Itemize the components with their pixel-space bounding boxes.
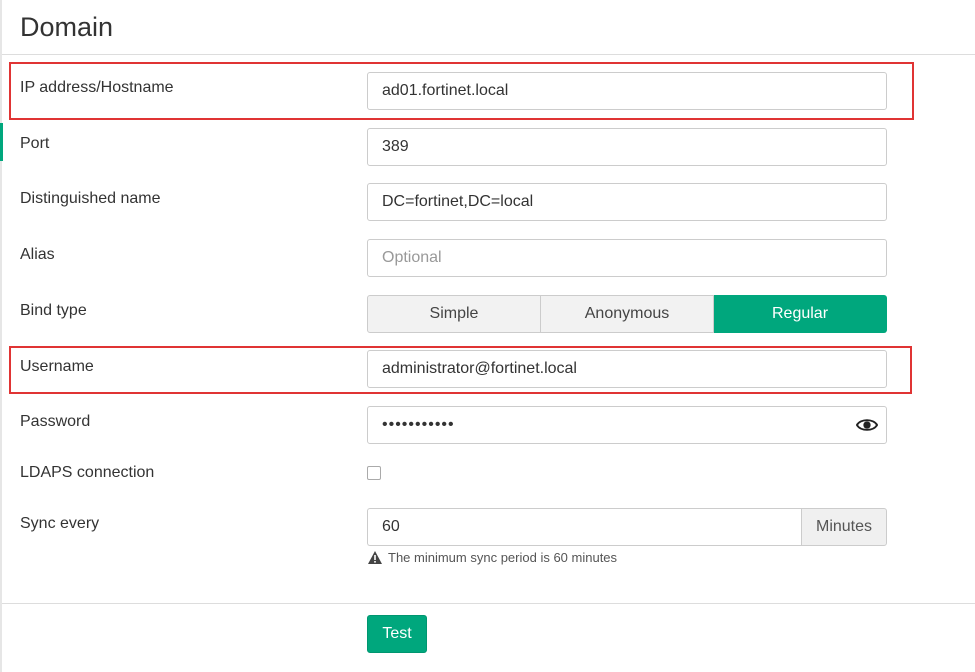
password-input[interactable]: ••••••••••• bbox=[367, 406, 887, 444]
username-label: Username bbox=[20, 358, 94, 375]
sync-hint-text: The minimum sync period is 60 minutes bbox=[388, 550, 618, 565]
bind-type-regular[interactable]: Regular bbox=[714, 295, 887, 333]
eye-icon[interactable] bbox=[856, 416, 878, 434]
test-button[interactable]: Test bbox=[367, 615, 427, 653]
ldaps-checkbox[interactable] bbox=[367, 466, 381, 480]
port-label: Port bbox=[20, 135, 50, 152]
footer-divider bbox=[2, 603, 975, 604]
warning-icon bbox=[368, 551, 382, 564]
active-section-indicator bbox=[0, 123, 3, 161]
panel-left-border bbox=[0, 0, 2, 672]
page-title: Domain bbox=[20, 12, 114, 42]
ip-hostname-input[interactable] bbox=[367, 72, 887, 110]
header-divider bbox=[2, 54, 975, 55]
password-masked-value: ••••••••••• bbox=[382, 416, 455, 433]
ip-hostname-label: IP address/Hostname bbox=[20, 79, 174, 96]
sync-label: Sync every bbox=[20, 515, 100, 532]
alias-input[interactable] bbox=[367, 239, 887, 277]
bind-type-anonymous[interactable]: Anonymous bbox=[541, 295, 714, 333]
sync-interval-input[interactable] bbox=[367, 508, 802, 546]
alias-label: Alias bbox=[20, 246, 55, 263]
bind-type-selector: Simple Anonymous Regular bbox=[367, 295, 887, 333]
bind-type-label: Bind type bbox=[20, 302, 87, 319]
sync-unit-addon: Minutes bbox=[801, 508, 887, 546]
sync-hint: The minimum sync period is 60 minutes bbox=[368, 550, 617, 565]
distinguished-name-label: Distinguished name bbox=[20, 190, 161, 207]
username-input[interactable] bbox=[367, 350, 887, 388]
distinguished-name-input[interactable] bbox=[367, 183, 887, 221]
ldaps-label: LDAPS connection bbox=[20, 464, 155, 481]
port-input[interactable] bbox=[367, 128, 887, 166]
bind-type-simple[interactable]: Simple bbox=[367, 295, 541, 333]
password-label: Password bbox=[20, 413, 91, 430]
